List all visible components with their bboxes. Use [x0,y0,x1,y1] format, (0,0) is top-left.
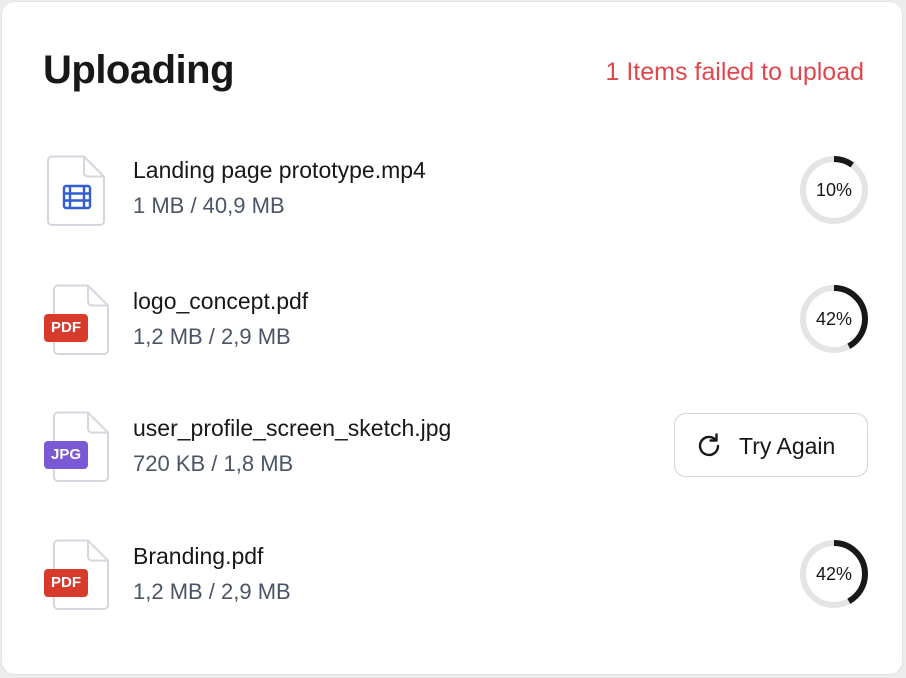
upload-item: PDF Branding.pdf 1,2 MB / 2,9 MB 42% [2,538,904,621]
pdf-badge: PDF [44,314,88,342]
file-name: Branding.pdf [133,543,264,569]
file-size: 720 KB / 1,8 MB [133,451,294,476]
file-size: 1,2 MB / 2,9 MB [133,324,291,349]
file-size: 1,2 MB / 2,9 MB [133,579,291,604]
jpg-badge: JPG [44,441,88,469]
progress-percent: 42% [815,309,853,329]
try-again-label: Try Again [739,433,836,459]
file-size: 1 MB / 40,9 MB [133,193,285,218]
video-file-icon [42,155,112,231]
pdf-file-icon: PDF [42,284,112,360]
file-name: logo_concept.pdf [133,288,309,314]
refresh-icon [695,432,723,460]
upload-item: Landing page prototype.mp4 1 MB / 40,9 M… [2,155,904,235]
try-again-button[interactable]: Try Again [674,413,868,477]
jpg-file-icon: JPG [42,411,112,487]
progress-ring: 42% [798,283,870,355]
progress-percent: 42% [815,564,853,584]
upload-item: PDF logo_concept.pdf 1,2 MB / 2,9 MB 42% [2,283,904,366]
progress-ring: 42% [798,538,870,610]
pdf-file-icon: PDF [42,539,112,615]
progress-ring: 10% [798,154,870,226]
progress-percent: 10% [815,180,853,200]
upload-panel: Uploading 1 Items failed to upload Landi… [1,1,903,675]
file-name: Landing page prototype.mp4 [133,157,426,183]
pdf-badge: PDF [44,569,88,597]
panel-title: Uploading [43,48,235,92]
file-name: user_profile_screen_sketch.jpg [133,415,452,441]
failed-status-text: 1 Items failed to upload [605,58,865,86]
